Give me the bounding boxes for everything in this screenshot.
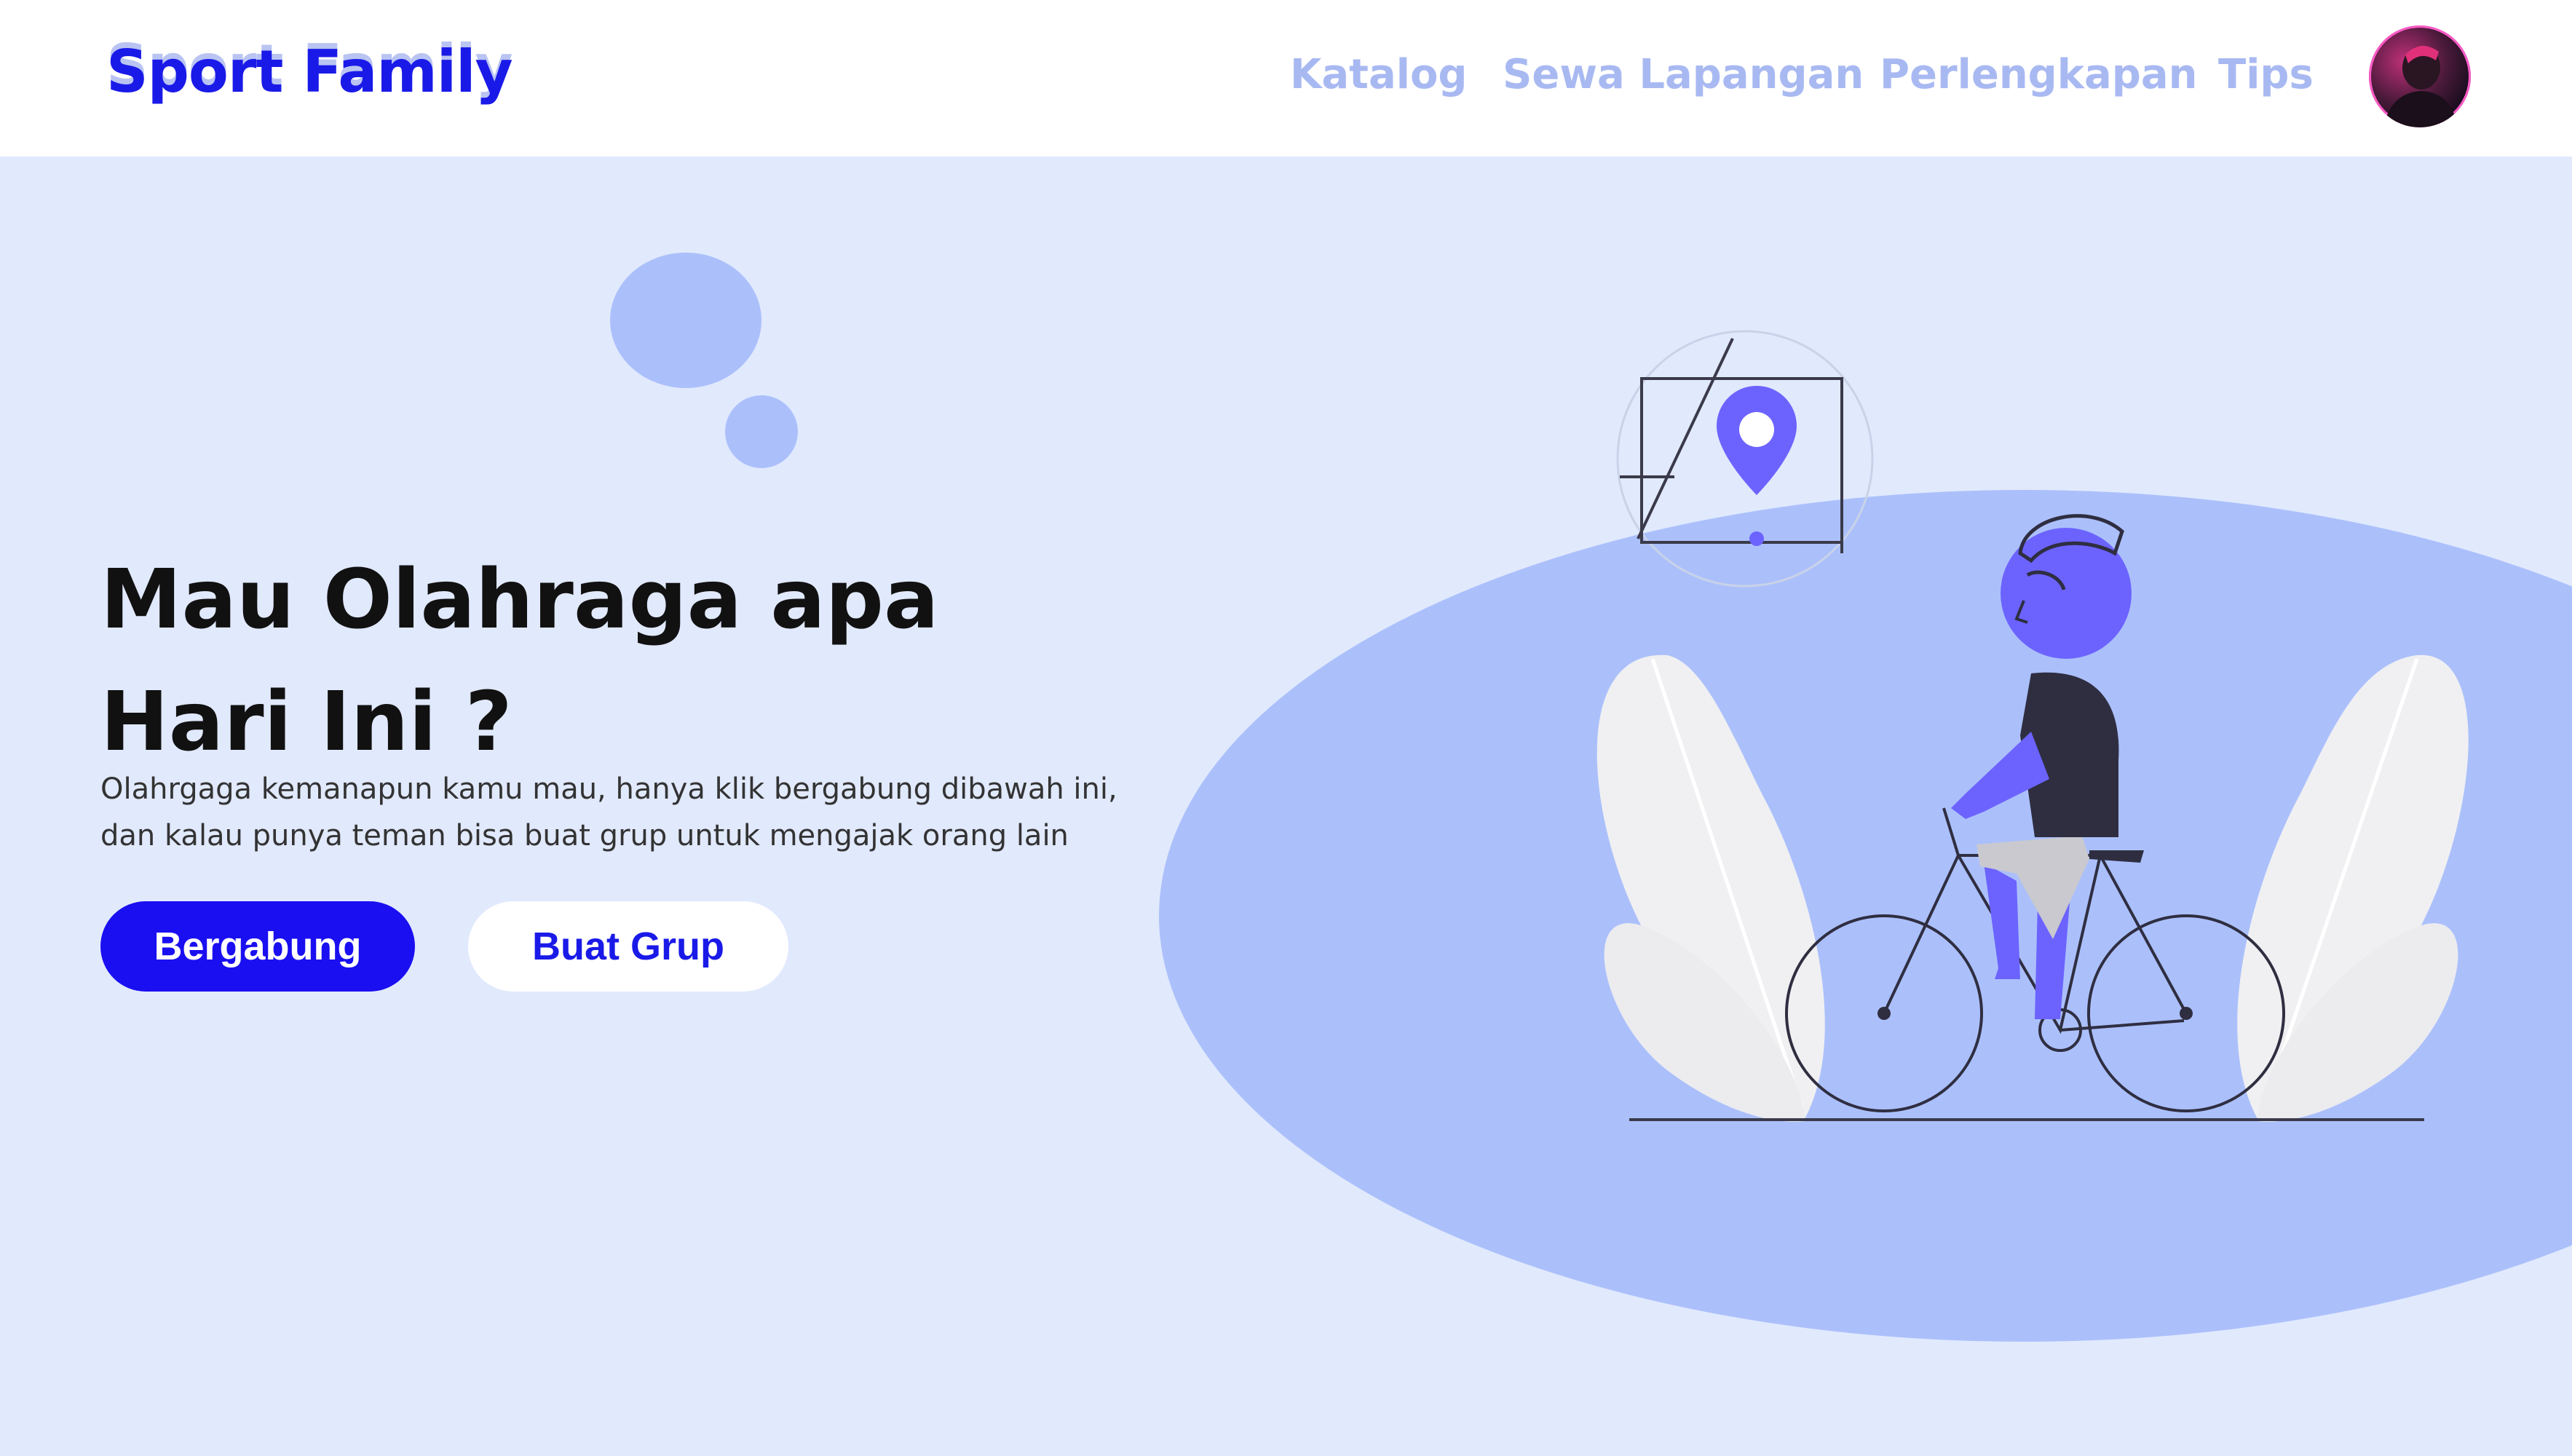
hero-illustration bbox=[1159, 330, 2572, 1342]
front-hub-icon bbox=[1877, 1007, 1891, 1020]
rear-hub-icon bbox=[2180, 1007, 2193, 1020]
